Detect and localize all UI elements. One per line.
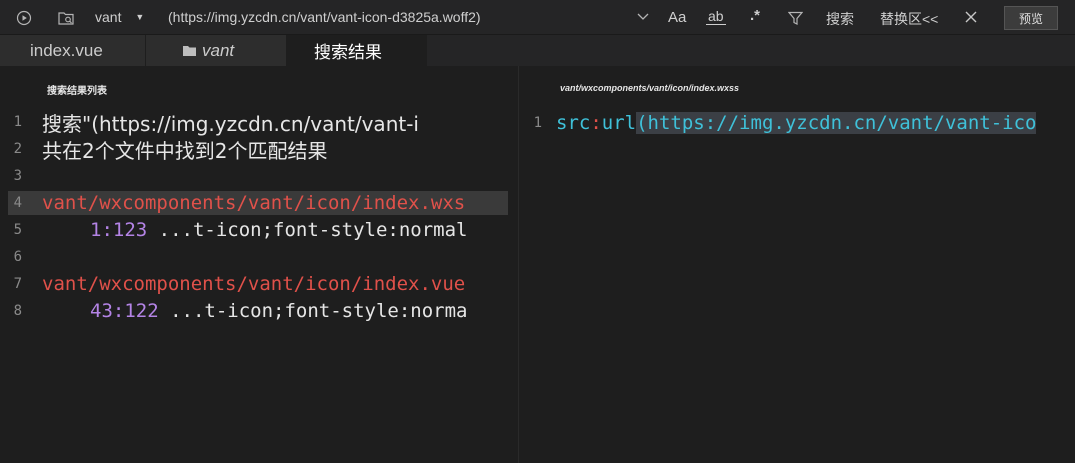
line-number: 1 [533,115,542,131]
tab-label: 搜索结果 [314,43,382,62]
line-number: 3 [13,168,22,184]
result-file-path: vant/wxcomponents/vant/icon/index.wxs [42,192,466,214]
project-selector[interactable]: vant ▼ [95,9,144,25]
code-line[interactable]: 1 src : url (https://img.yzcdn.cn/vant/v… [520,111,1037,135]
tab-bar: index.vue vant 搜索结果 [0,35,1075,66]
caret-down-icon: ▼ [135,12,145,22]
css-colon: : [590,112,602,134]
result-file-row[interactable]: 4 vant/wxcomponents/vant/icon/index.wxs [8,191,508,215]
list-item: 3 [8,164,42,188]
close-icon[interactable] [964,10,978,24]
line-number: 2 [13,141,22,157]
folder-search-icon[interactable] [57,9,75,27]
result-match-row[interactable]: 8 43:122 ...t-icon;font-style:norma [8,299,468,323]
search-button[interactable]: 搜索 [826,9,854,29]
tab-label: index.vue [30,40,103,60]
list-item: 6 [8,245,42,269]
project-name: vant [95,9,122,25]
tab-vant-folder[interactable]: vant [146,35,287,66]
chevron-down-icon[interactable] [636,10,650,24]
line-text: 共在2个文件中找到2个匹配结果 [42,138,328,163]
match-position: 1:123 [90,219,148,241]
result-file-path: vant/wxcomponents/vant/icon/index.vue [42,273,466,295]
line-number: 5 [13,222,22,238]
line-number: 7 [13,276,22,292]
replace-toggle-button[interactable]: 替换区<< [880,9,938,29]
preview-file-path: vant/wxcomponents/vant/icon/index.wxss [560,83,740,93]
tab-label: vant [202,40,235,60]
tab-search-results[interactable]: 搜索结果 [287,35,427,66]
match-preview: ...t-icon;font-style:norma [158,300,468,322]
line-number: 6 [13,249,22,265]
line-number: 4 [13,195,22,211]
list-item[interactable]: 2 共在2个文件中找到2个匹配结果 [8,137,328,163]
regex-toggle[interactable]: .* [750,7,760,24]
tab-index-vue[interactable]: index.vue [0,35,146,66]
preview-button[interactable]: 预览 [1004,6,1059,30]
css-function: url [601,112,637,134]
search-toolbar: vant ▼ (https://img.yzcdn.cn/vant/vant-i… [0,0,1075,35]
whole-word-toggle[interactable]: ab [706,8,726,25]
folder-icon [183,45,196,56]
match-case-toggle[interactable]: Aa [668,9,686,26]
search-results-panel: 搜索结果列表 1 搜索"(https://img.yzcdn.cn/vant/v… [8,66,519,463]
line-number: 8 [13,303,22,319]
search-match-highlight: (https://img.yzcdn.cn/vant/vant-ico [636,112,1037,134]
match-preview: ...t-icon;font-style:normal [147,219,468,241]
match-position: 43:122 [90,300,159,322]
list-item[interactable]: 1 搜索"(https://img.yzcdn.cn/vant/vant-i [8,110,419,136]
result-file-row[interactable]: 7 vant/wxcomponents/vant/icon/index.vue [8,272,466,296]
css-property: src [556,112,591,134]
play-circle-icon[interactable] [15,9,33,27]
line-number: 1 [13,114,22,130]
result-match-row[interactable]: 5 1:123 ...t-icon;font-style:normal [8,218,468,242]
filter-icon[interactable] [786,9,804,27]
file-preview-panel: vant/wxcomponents/vant/icon/index.wxss 1… [520,66,1075,463]
search-input[interactable]: (https://img.yzcdn.cn/vant/vant-icon-d38… [168,9,481,25]
panel-title: 搜索结果列表 [47,86,107,97]
line-text: 搜索"(https://img.yzcdn.cn/vant/vant-i [42,111,419,136]
